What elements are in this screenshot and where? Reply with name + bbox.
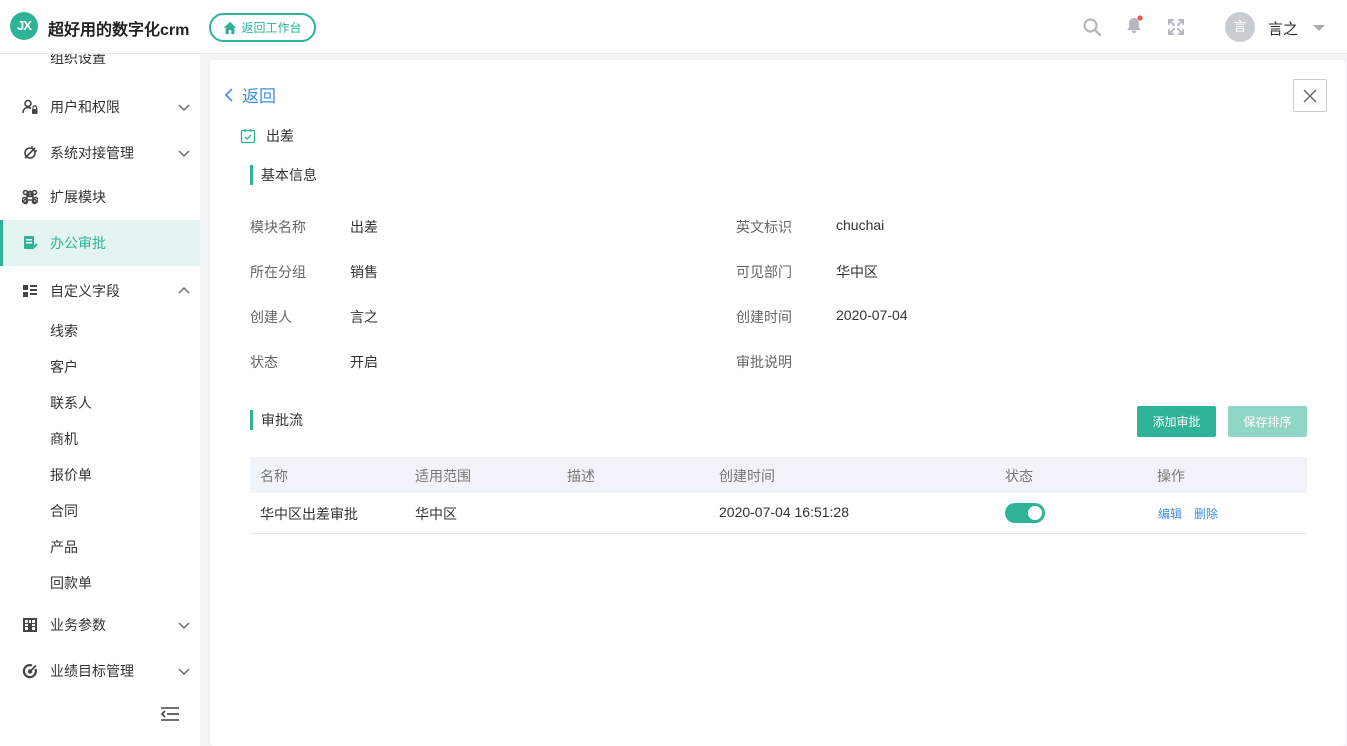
table-row: 华中区出差审批 华中区 2020-07-04 16:51:28 编辑 删除 (250, 493, 1307, 534)
sidebar-item-label: 自定义字段 (50, 283, 120, 299)
sidebar-subitem-products[interactable]: 产品 (50, 537, 78, 557)
delete-link[interactable]: 删除 (1194, 505, 1218, 522)
chevron-up-icon (178, 287, 190, 294)
sidebar-subitem-opportunities[interactable]: 商机 (50, 429, 78, 449)
close-button[interactable] (1293, 79, 1327, 112)
column-header-created-time: 创建时间 (719, 468, 775, 484)
app-title: 超好用的数字化crm (48, 22, 190, 39)
chevron-down-icon (178, 622, 190, 629)
sidebar-item-label: 用户和权限 (50, 99, 120, 115)
sidebar-subitem-contacts[interactable]: 联系人 (50, 393, 92, 413)
home-icon (224, 21, 237, 34)
section-basic-info: 基本信息 (250, 165, 317, 185)
field-value-group: 销售 (350, 264, 378, 280)
close-icon (1303, 89, 1317, 102)
chevron-down-icon (178, 150, 190, 157)
chevron-down-icon (178, 668, 190, 675)
sidebar-item-performance-goals[interactable]: 业绩目标管理 (0, 648, 200, 694)
field-value-english-id: chuchai (836, 217, 885, 233)
field-label-created-time: 创建时间 (736, 309, 792, 325)
table-header: 名称 适用范围 描述 创建时间 状态 操作 (250, 457, 1307, 493)
column-header-status: 状态 (1005, 468, 1033, 484)
status-toggle[interactable] (1005, 503, 1045, 523)
username[interactable]: 言之 (1268, 18, 1298, 39)
sidebar-subitem-receipts[interactable]: 回款单 (50, 573, 92, 593)
field-label-module-name: 模块名称 (250, 219, 306, 235)
column-header-actions: 操作 (1157, 468, 1185, 484)
module-title: 出差 (240, 126, 294, 146)
sidebar-item-partial[interactable]: 组织设置 (50, 54, 106, 68)
back-label: 返回 (242, 87, 276, 106)
sidebar-subitem-customers[interactable]: 客户 (50, 357, 78, 377)
cell-scope: 华中区 (415, 506, 457, 522)
sidebar: 组织设置 用户和权限 系统对接管理 扩展模块 办公审批 自定义字段 线索 客户 … (0, 54, 200, 746)
add-approval-button[interactable]: 添加审批 (1137, 406, 1216, 437)
plug-icon (24, 146, 37, 159)
cell-name: 华中区出差审批 (260, 506, 358, 522)
sidebar-item-office-approval[interactable]: 办公审批 (0, 220, 200, 266)
field-value-status: 开启 (350, 354, 378, 370)
target-icon (22, 664, 37, 679)
chevron-down-icon (178, 104, 190, 111)
user-lock-icon (22, 99, 38, 114)
list-grid-icon (23, 285, 37, 297)
sidebar-item-system-integration[interactable]: 系统对接管理 (0, 130, 200, 176)
sidebar-subitem-leads[interactable]: 线索 (50, 321, 78, 341)
sidebar-item-custom-fields[interactable]: 自定义字段 (0, 268, 200, 314)
command-icon (22, 189, 38, 205)
collapse-menu-icon[interactable] (160, 706, 180, 722)
chevron-left-icon (224, 87, 233, 102)
fullscreen-icon[interactable] (1166, 17, 1186, 37)
section-approval-flow: 审批流 (250, 410, 303, 430)
field-label-approval-desc: 审批说明 (736, 354, 792, 370)
edit-link[interactable]: 编辑 (1158, 505, 1182, 522)
back-to-workbench-button[interactable]: 返回工作台 (209, 13, 316, 42)
bell-icon[interactable] (1124, 15, 1144, 35)
sidebar-item-label: 业务参数 (50, 617, 106, 633)
field-value-created-time: 2020-07-04 (836, 307, 908, 323)
top-header: JX 超好用的数字化crm 返回工作台 言 言之 (0, 0, 1347, 54)
column-header-description: 描述 (567, 468, 595, 484)
sidebar-item-label: 扩展模块 (50, 189, 106, 205)
save-sort-button[interactable]: 保存排序 (1228, 406, 1307, 437)
sidebar-subitem-quotes[interactable]: 报价单 (50, 465, 92, 485)
column-header-name: 名称 (260, 468, 288, 484)
user-dropdown-caret[interactable] (1313, 25, 1325, 31)
field-value-creator: 言之 (350, 309, 378, 325)
sidebar-subitem-contracts[interactable]: 合同 (50, 501, 78, 521)
sidebar-item-label: 业绩目标管理 (50, 663, 134, 679)
search-icon[interactable] (1082, 17, 1102, 37)
avatar[interactable]: 言 (1225, 12, 1255, 42)
sidebar-item-users-permissions[interactable]: 用户和权限 (0, 84, 200, 130)
logo: JX (10, 12, 38, 40)
sidebar-item-business-params[interactable]: 业务参数 (0, 602, 200, 648)
back-link[interactable]: 返回 (224, 82, 276, 107)
field-value-module-name: 出差 (350, 219, 378, 235)
field-label-english-id: 英文标识 (736, 219, 792, 235)
field-label-visible-dept: 可见部门 (736, 264, 792, 280)
calendar-check-icon (240, 129, 256, 144)
approval-doc-icon (24, 236, 38, 250)
sidebar-item-extensions[interactable]: 扩展模块 (0, 174, 200, 220)
field-value-visible-dept: 华中区 (836, 264, 878, 280)
sidebar-item-label: 系统对接管理 (50, 145, 134, 161)
module-title-text: 出差 (266, 128, 294, 144)
column-header-scope: 适用范围 (415, 468, 471, 484)
sidebar-item-label: 办公审批 (50, 235, 106, 251)
cell-created-time: 2020-07-04 16:51:28 (719, 504, 849, 520)
back-to-workbench-label: 返回工作台 (241, 21, 302, 35)
field-label-creator: 创建人 (250, 309, 292, 325)
detail-panel: 返回 出差 基本信息 模块名称 出差 英文标识 chuchai 所在分组 销售 … (210, 60, 1346, 746)
grid-icon (23, 618, 37, 632)
field-label-status: 状态 (250, 354, 278, 370)
field-label-group: 所在分组 (250, 264, 306, 280)
